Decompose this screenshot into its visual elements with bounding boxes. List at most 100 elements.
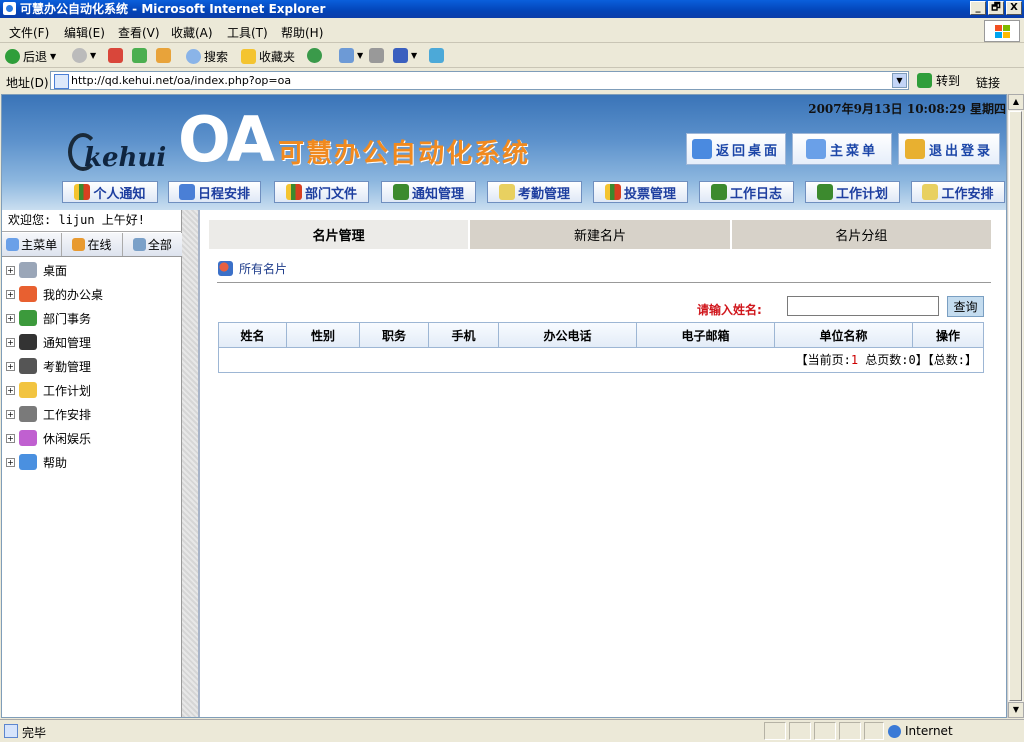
nav-label: 工作安排	[941, 186, 994, 202]
edit-dropdown-icon: ▼	[411, 51, 418, 60]
links-button[interactable]: 链接	[976, 74, 1000, 91]
stop-icon	[108, 48, 123, 63]
tree-item[interactable]: + 桌面	[6, 260, 176, 280]
messenger-button[interactable]	[429, 48, 444, 63]
main-menu-label: 主菜单	[829, 143, 878, 159]
search-name-input[interactable]	[787, 296, 939, 316]
nav-label: 日程安排	[197, 186, 250, 202]
logout-button[interactable]: 退出登录	[898, 133, 1000, 165]
pager-total-label: 】【总数:	[915, 353, 965, 367]
edit-button[interactable]: ▼	[393, 48, 417, 63]
tree-item[interactable]: + 休闲娱乐	[6, 428, 176, 448]
go-arrow-icon	[917, 73, 932, 88]
print-button[interactable]	[369, 48, 384, 63]
expand-icon[interactable]: +	[6, 433, 15, 443]
nav-notice-management[interactable]: 通知管理	[381, 181, 476, 203]
close-button[interactable]: X	[1006, 1, 1022, 15]
scroll-thumb[interactable]	[1009, 111, 1022, 701]
status-done: 完毕	[22, 726, 47, 740]
go-button[interactable]: 转到	[917, 72, 960, 89]
books-icon	[604, 184, 621, 200]
nav-label: 通知管理	[411, 186, 464, 202]
stop-button[interactable]	[108, 48, 123, 63]
tree-item[interactable]: + 工作安排	[6, 404, 176, 424]
expand-icon[interactable]: +	[6, 289, 15, 299]
games-icon	[19, 430, 37, 446]
tree-item-label: 休闲娱乐	[43, 431, 92, 446]
tree-item-label: 通知管理	[43, 335, 92, 350]
nav-work-plan[interactable]: 工作计划	[805, 181, 900, 203]
minimize-button[interactable]: _	[970, 1, 986, 15]
home-icon	[156, 48, 171, 63]
floppy-icon	[19, 334, 37, 350]
datetime: 2007年9月13日 10:08:29 星期四	[808, 102, 1006, 116]
expand-icon[interactable]: +	[6, 457, 15, 467]
menu-favorites[interactable]: 收藏(A)	[171, 24, 213, 41]
vertical-scrollbar[interactable]: ▲ ▼	[1007, 94, 1024, 718]
menu-help[interactable]: 帮助(H)	[281, 24, 323, 41]
history-button[interactable]	[307, 48, 322, 63]
menu-file[interactable]: 文件(F)	[9, 24, 49, 41]
nav-work-log[interactable]: 工作日志	[699, 181, 794, 203]
sidebar-splitter[interactable]	[182, 210, 200, 717]
favorites-button[interactable]: 收藏夹	[241, 48, 295, 65]
pager-suffix: 】	[964, 353, 977, 367]
return-desktop-button[interactable]: 返回桌面	[686, 133, 786, 165]
all-cards-link[interactable]: 所有名片	[218, 260, 287, 277]
mail-button[interactable]: ▼	[339, 48, 363, 63]
back-button[interactable]: 后退 ▼	[5, 48, 56, 65]
tab-card-groups[interactable]: 名片分组	[731, 220, 991, 249]
home-button[interactable]	[156, 48, 171, 63]
expand-icon[interactable]: +	[6, 361, 15, 371]
expand-icon[interactable]: +	[6, 409, 15, 419]
tree-item[interactable]: + 通知管理	[6, 332, 176, 352]
tree-item[interactable]: + 部门事务	[6, 308, 176, 328]
menu-view[interactable]: 查看(V)	[118, 24, 160, 41]
search-label: 搜索	[204, 50, 229, 64]
tab-new-card[interactable]: 新建名片	[470, 220, 730, 249]
tab-card-management[interactable]: 名片管理	[209, 220, 469, 249]
module-nav: 个人通知 日程安排 部门文件 通知管理 考勤管理 投票管理 工作日志 工作计划 …	[2, 181, 1006, 205]
tab-label: 主菜单	[21, 238, 58, 252]
contacts-icon	[218, 261, 233, 276]
tree-item[interactable]: + 考勤管理	[6, 356, 176, 376]
tree-item-label: 帮助	[43, 455, 68, 470]
col-office-phone: 办公电话	[499, 323, 637, 347]
nav-department-files[interactable]: 部门文件	[274, 181, 369, 203]
scroll-up-icon[interactable]: ▲	[1008, 94, 1024, 110]
security-zone[interactable]: Internet	[888, 724, 953, 738]
tree-item[interactable]: + 帮助	[6, 452, 176, 472]
tree-item[interactable]: + 工作计划	[6, 380, 176, 400]
help-globe-icon	[19, 454, 37, 470]
expand-icon[interactable]: +	[6, 385, 15, 395]
expand-icon[interactable]: +	[6, 265, 15, 275]
maximize-button[interactable]: 🗗	[988, 1, 1004, 15]
nav-voting[interactable]: 投票管理	[593, 181, 688, 203]
status-bar: 完毕 Internet	[0, 719, 1024, 742]
tab-main-menu[interactable]: 主菜单	[2, 233, 63, 256]
search-button[interactable]: 搜索	[186, 48, 228, 65]
forward-button[interactable]: ▼	[72, 48, 96, 63]
nav-work-arrangement[interactable]: 工作安排	[911, 181, 1005, 203]
nav-schedule[interactable]: 日程安排	[168, 181, 261, 203]
menu-edit[interactable]: 编辑(E)	[64, 24, 105, 41]
tab-all[interactable]: 全部	[123, 233, 182, 256]
expand-icon[interactable]: +	[6, 337, 15, 347]
address-url: http://qd.kehui.net/oa/index.php?op=oa	[71, 74, 292, 87]
nav-attendance[interactable]: 考勤管理	[487, 181, 582, 203]
main-menu-button[interactable]: 主菜单	[792, 133, 892, 165]
tree-item[interactable]: + 我的办公桌	[6, 284, 176, 304]
scroll-down-icon[interactable]: ▼	[1008, 702, 1024, 718]
query-button[interactable]: 查询	[947, 296, 984, 317]
refresh-button[interactable]	[132, 48, 147, 63]
menu-tools[interactable]: 工具(T)	[227, 24, 268, 41]
forward-dropdown-icon: ▼	[90, 51, 97, 60]
kehui-logo: kehui	[68, 113, 188, 173]
refresh-icon	[132, 48, 147, 63]
address-dropdown-icon[interactable]: ▼	[892, 73, 907, 88]
users-icon	[132, 238, 146, 251]
nav-personal-notice[interactable]: 个人通知	[62, 181, 158, 203]
expand-icon[interactable]: +	[6, 313, 15, 323]
address-input[interactable]: http://qd.kehui.net/oa/index.php?op=oa ▼	[50, 71, 909, 90]
tab-online[interactable]: 在线	[62, 233, 123, 256]
